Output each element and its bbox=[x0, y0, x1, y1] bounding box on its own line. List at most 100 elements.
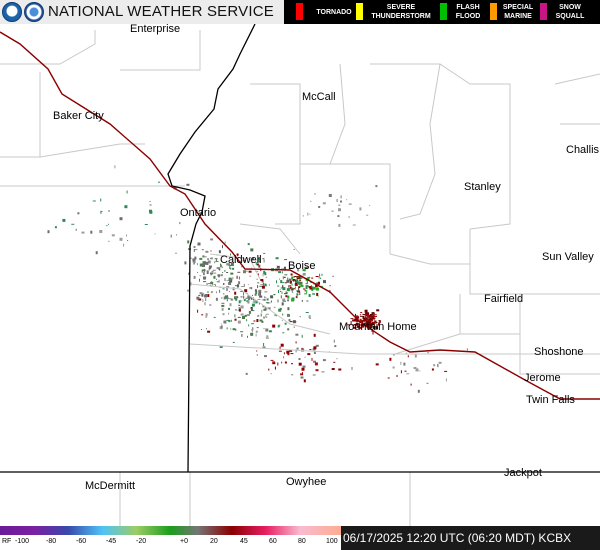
radar-echo bbox=[437, 363, 439, 367]
radar-echo bbox=[359, 314, 361, 316]
radar-echo bbox=[308, 315, 311, 319]
radar-echo bbox=[206, 328, 207, 330]
radar-echo bbox=[348, 203, 352, 205]
radar-echo bbox=[232, 298, 234, 301]
legend-swatch-snow-squall bbox=[540, 3, 547, 20]
radar-echo bbox=[297, 281, 300, 285]
radar-echo bbox=[263, 252, 266, 254]
radar-echo bbox=[149, 204, 152, 206]
radar-echo bbox=[210, 291, 213, 294]
noaa-logo bbox=[2, 2, 22, 22]
radar-echo bbox=[210, 257, 212, 259]
radar-echo bbox=[291, 283, 293, 286]
radar-echo bbox=[192, 260, 196, 263]
radar-echo bbox=[216, 278, 218, 280]
radar-echo bbox=[192, 263, 195, 265]
radar-echo bbox=[232, 276, 234, 279]
place-label: Sun Valley bbox=[542, 251, 594, 263]
radar-echo bbox=[359, 207, 362, 211]
radar-echo bbox=[291, 374, 294, 376]
radar-echo bbox=[264, 283, 267, 286]
nws-header: NATIONAL WEATHER SERVICE bbox=[0, 0, 284, 24]
radar-echo bbox=[170, 234, 172, 238]
radar-echo bbox=[221, 307, 224, 311]
radar-echo bbox=[304, 356, 306, 358]
radar-echo bbox=[230, 328, 232, 330]
radar-echo bbox=[322, 359, 326, 362]
radar-echo bbox=[124, 205, 128, 209]
radar-map[interactable]: Enterprise McCall Baker City Challis Stanley… bbox=[0, 24, 600, 526]
radar-echo bbox=[315, 369, 319, 372]
radar-echo bbox=[108, 210, 110, 212]
radar-echo bbox=[194, 249, 198, 251]
radar-echo bbox=[266, 335, 269, 337]
radar-echo bbox=[237, 271, 241, 273]
radar-echo bbox=[305, 312, 309, 313]
radar-echo bbox=[298, 288, 300, 290]
radar-echo bbox=[224, 278, 226, 281]
radar-echo bbox=[309, 213, 311, 215]
radar-echo bbox=[313, 346, 317, 350]
radar-echo bbox=[226, 272, 229, 273]
timestamp-label: 06/17/2025 12:20 UTC (06:20 MDT) KCBX bbox=[341, 526, 600, 550]
radar-echo bbox=[234, 318, 237, 321]
radar-echo bbox=[265, 337, 269, 339]
radar-echo bbox=[47, 230, 50, 234]
radar-echo bbox=[263, 270, 266, 274]
radar-echo bbox=[283, 276, 286, 278]
radar-echo bbox=[283, 352, 285, 355]
radar-echo bbox=[54, 226, 57, 229]
radar-echo bbox=[270, 359, 274, 361]
radar-echo bbox=[203, 278, 205, 280]
radar-echo bbox=[375, 363, 379, 366]
radar-echo bbox=[281, 291, 283, 294]
radar-echo bbox=[277, 285, 280, 287]
radar-echo bbox=[313, 333, 316, 337]
radar-echo bbox=[199, 257, 203, 260]
radar-echo bbox=[281, 302, 284, 306]
radar-echo bbox=[283, 356, 285, 359]
radar-echo bbox=[302, 215, 304, 217]
radar-echo bbox=[222, 266, 224, 268]
radar-echo bbox=[322, 202, 326, 205]
radar-echo bbox=[193, 249, 195, 252]
radar-echo bbox=[260, 279, 264, 281]
radar-echo bbox=[306, 300, 309, 302]
radar-echo bbox=[311, 277, 314, 279]
radar-echo bbox=[190, 257, 192, 259]
scale-tick: -20 bbox=[136, 538, 147, 545]
radar-echo bbox=[285, 295, 288, 298]
radar-echo bbox=[389, 357, 392, 361]
place-label: Owyhee bbox=[286, 476, 326, 488]
scale-tick: +0 bbox=[180, 538, 188, 545]
radar-echo bbox=[296, 347, 299, 350]
radar-echo bbox=[238, 308, 241, 312]
radar-echo bbox=[300, 376, 304, 379]
radar-echo bbox=[206, 271, 209, 274]
legend-label-tornado: TORNADO bbox=[316, 8, 352, 16]
radar-echo bbox=[287, 307, 290, 311]
radar-echo bbox=[220, 274, 223, 277]
radar-echo bbox=[187, 240, 190, 244]
radar-echo bbox=[259, 319, 263, 322]
radar-echo bbox=[62, 218, 66, 222]
radar-echo bbox=[199, 292, 203, 295]
radar-echo bbox=[236, 275, 238, 279]
radar-echo bbox=[245, 270, 248, 272]
radar-echo bbox=[263, 328, 265, 330]
radar-echo bbox=[258, 292, 261, 296]
radar-echo bbox=[224, 269, 226, 272]
radar-echo bbox=[248, 310, 251, 314]
radar-echo bbox=[244, 314, 247, 317]
radar-echo bbox=[255, 330, 258, 333]
radar-echo bbox=[257, 298, 261, 300]
reflectivity-scale: RF -100 -80 -60 -45 -20 +0 20 45 60 80 1… bbox=[0, 526, 341, 550]
radar-echo bbox=[127, 240, 129, 241]
radar-echo bbox=[205, 261, 209, 265]
radar-echo bbox=[331, 210, 334, 212]
place-label: Stanley bbox=[464, 181, 501, 193]
radar-echo bbox=[270, 295, 274, 299]
radar-echo bbox=[297, 289, 299, 292]
radar-echo bbox=[415, 368, 419, 372]
radar-echo bbox=[256, 327, 259, 329]
